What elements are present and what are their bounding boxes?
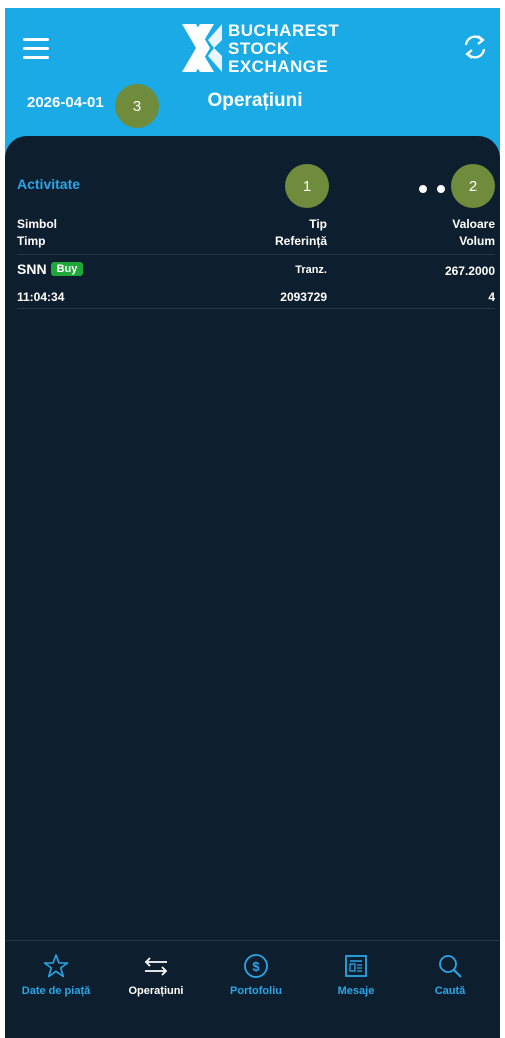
annotation-marker-3: 3 [115,84,159,128]
page-dot-1[interactable] [419,185,427,193]
tab-operations[interactable]: Operațiuni [111,953,201,997]
logo-text: BUCHAREST STOCK EXCHANGE [228,22,339,76]
logo-line-3: EXCHANGE [228,57,329,76]
bse-logo-mark [182,24,222,72]
annotation-marker-2: 2 [451,164,495,208]
tab-market-data[interactable]: Date de piață [11,953,101,997]
column-header-symbol-time: Simbol Timp [17,216,57,250]
bse-logo: BUCHAREST STOCK EXCHANGE [180,20,340,80]
dollar-icon: $ [244,954,268,978]
row-time: 11:04:34 [17,290,65,304]
bottom-tab-bar: Date de piață Operațiuni $ Portofoliu Me… [5,940,500,1038]
tab-search[interactable]: Caută [405,953,495,997]
page-dot-2[interactable] [437,185,445,193]
hamburger-menu-icon[interactable] [23,38,49,60]
row-symbol: SNN [17,261,47,277]
column-time: Timp [17,234,46,248]
activity-panel: Activitate Simbol Timp Tip Referință Val… [5,136,500,936]
page-indicator[interactable] [419,180,455,198]
svg-text:$: $ [252,959,260,974]
tab-messages[interactable]: Mesaje [311,953,401,997]
column-value: Valoare [452,217,495,231]
tab-label-messages: Mesaje [337,985,375,997]
refresh-icon[interactable] [460,32,490,62]
transfer-arrows-icon [144,957,168,976]
column-volume: Volum [459,234,495,248]
column-header-type-reference: Tip Referință [205,216,327,250]
row-reference: 2093729 [280,290,327,304]
tab-portfolio[interactable]: $ Portofoliu [211,953,301,997]
news-icon [345,955,367,977]
tab-label-market-data: Date de piață [21,985,91,997]
row-symbol-cell: SNN Buy [17,261,84,277]
star-icon [43,954,69,978]
divider [17,254,495,255]
app-screen: BUCHAREST STOCK EXCHANGE 2026-04-01 Oper… [5,8,500,1038]
annotation-marker-1: 1 [285,164,329,208]
column-type: Tip [309,217,327,231]
logo-line-1: BUCHAREST [228,21,340,40]
logo-line-2: STOCK [228,39,290,58]
tab-label-portfolio: Portofoliu [230,985,282,997]
search-icon [439,955,462,978]
tab-label-search: Caută [434,985,466,997]
activity-title: Activitate [17,176,81,192]
column-header-value-volume: Valoare Volum [395,216,495,250]
page-title: Operațiuni [207,90,303,111]
buy-badge: Buy [50,262,84,276]
row-value: 267.2000 [444,264,495,278]
column-reference: Referință [274,234,327,248]
tab-label-operations: Operațiuni [128,985,184,997]
current-date: 2026-04-01 [27,94,104,111]
column-symbol: Simbol [17,217,58,231]
row-type: Tranz. [295,264,327,276]
row-volume: 4 [488,290,495,304]
divider [17,308,495,309]
